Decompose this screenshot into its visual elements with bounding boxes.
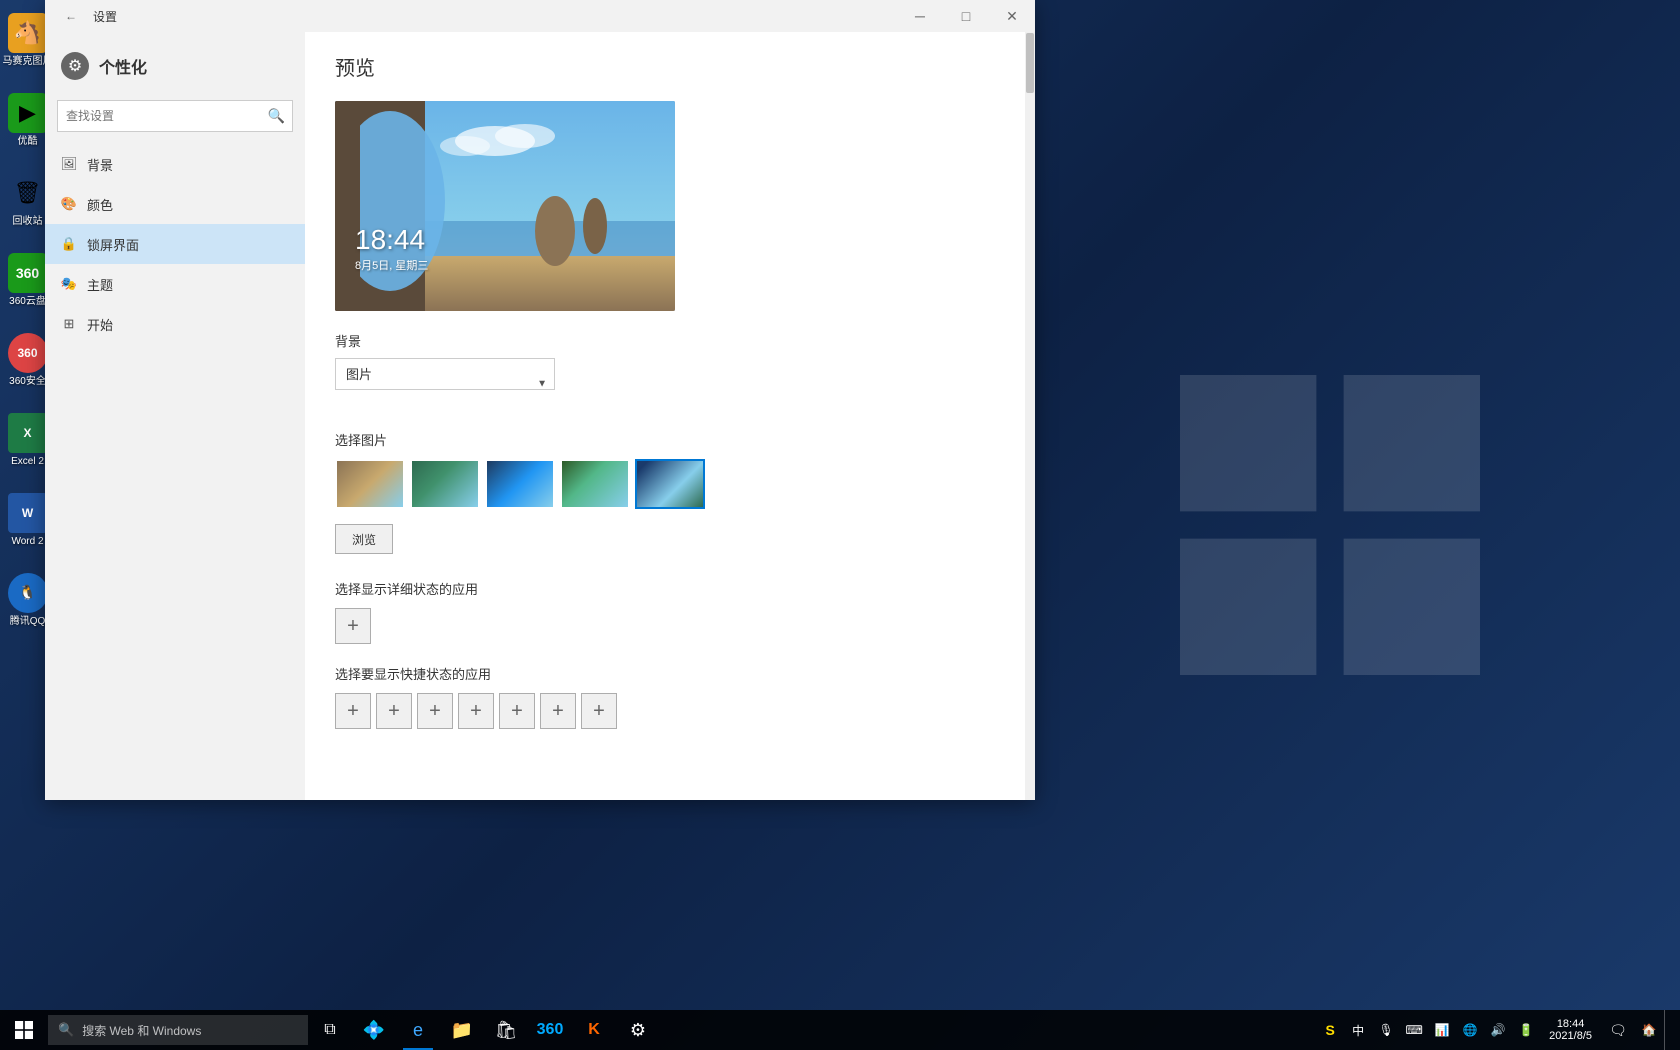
quick-status-label: 选择要显示快捷状态的应用 (335, 664, 1005, 683)
main-scrollbar[interactable] (1025, 32, 1035, 800)
windows-logo (1180, 375, 1480, 675)
taskbar-explorer-icon[interactable]: 📁 (440, 1010, 484, 1050)
taskbar-store-icon[interactable]: 🛍 (484, 1010, 528, 1050)
sidebar: ⚙ 个性化 🔍 🖼 背景 🎨 颜色 🔒 (45, 32, 305, 800)
tray-network-icon[interactable]: 🌐 (1457, 1010, 1483, 1050)
desktop: 🐴 马赛克图片 ▶ 优酷 🗑 回收站 360 360云盘 360 360安全 X… (0, 0, 1680, 1050)
notification-button[interactable]: 🗨 (1602, 1010, 1634, 1050)
maximize-button[interactable]: □ (943, 0, 989, 32)
thumb-2[interactable] (410, 459, 480, 509)
theme-icon: 🎭 (61, 276, 77, 292)
bg-label: 背景 (335, 331, 1005, 350)
task-view-button[interactable]: ⧉ (308, 1010, 352, 1050)
preview-date: 8月5日, 星期三 (355, 257, 428, 273)
taskbar-clock[interactable]: 18:44 2021/8/5 (1541, 1010, 1600, 1050)
taskbar-system-tray: S 中 🎙 ⌨ 📊 🌐 🔊 🔋 18:44 2021/8/5 🗨 🏠 (1317, 1010, 1680, 1050)
window-title: 设置 (93, 8, 117, 25)
taskbar-settings-icon[interactable]: ⚙ (616, 1010, 660, 1050)
browse-button[interactable]: 浏览 (335, 524, 393, 554)
quick-add-btn-5[interactable]: + (499, 693, 535, 729)
taskbar-apps: 💠 e 📁 🛍 360 K ⚙ (352, 1010, 660, 1050)
thumb-1[interactable] (335, 459, 405, 509)
taskbar-search[interactable]: 🔍 搜索 Web 和 Windows (48, 1015, 308, 1045)
detail-status-add-button[interactable]: + (335, 608, 371, 644)
quick-add-btn-3[interactable]: + (417, 693, 453, 729)
thumb-4-img (562, 461, 628, 507)
sidebar-item-color[interactable]: 🎨 颜色 (45, 184, 305, 224)
sidebar-item-start[interactable]: ⊞ 开始 (45, 304, 305, 344)
title-bar: ← 设置 ─ □ ✕ (45, 0, 1035, 32)
thumb-3[interactable] (485, 459, 555, 509)
show-desktop-button[interactable] (1664, 1010, 1672, 1050)
taskbar-edge-icon[interactable]: e (396, 1010, 440, 1050)
tray-extra-icon[interactable]: 🏠 (1636, 1010, 1662, 1050)
start-icon (15, 1021, 33, 1039)
title-controls: ─ □ ✕ (897, 0, 1035, 32)
taskbar-search-text: 搜索 Web 和 Windows (82, 1022, 201, 1039)
search-icon: 🔍 (268, 108, 285, 125)
quick-add-btn-4[interactable]: + (458, 693, 494, 729)
lock-icon: 🔒 (61, 236, 77, 252)
sidebar-search: 🔍 (57, 100, 293, 132)
thumb-3-img (487, 461, 553, 507)
color-icon: 🎨 (61, 196, 77, 212)
sidebar-item-background[interactable]: 🖼 背景 (45, 144, 305, 184)
settings-content: ⚙ 个性化 🔍 🖼 背景 🎨 颜色 🔒 (45, 32, 1035, 800)
quick-status-buttons: + + + + + + + (335, 693, 1005, 729)
clock-date: 2021/8/5 (1549, 1030, 1592, 1042)
search-input[interactable] (57, 100, 293, 132)
tray-icon-1[interactable]: S (1317, 1010, 1343, 1050)
sidebar-header: ⚙ 个性化 (45, 42, 305, 100)
quick-add-btn-2[interactable]: + (376, 693, 412, 729)
taskbar-360k-icon[interactable]: K (572, 1010, 616, 1050)
preview-background (335, 101, 675, 311)
close-button[interactable]: ✕ (989, 0, 1035, 32)
taskbar-360-icon[interactable]: 360 (528, 1010, 572, 1050)
tray-icon-5[interactable]: 📊 (1429, 1010, 1455, 1050)
tray-volume-icon[interactable]: 🔊 (1485, 1010, 1511, 1050)
bg-dropdown[interactable]: 图片 (335, 358, 555, 390)
taskbar-fan-icon[interactable]: 💠 (352, 1010, 396, 1050)
tray-icon-4[interactable]: ⌨ (1401, 1010, 1427, 1050)
section-title: 预览 (335, 52, 1005, 81)
back-button[interactable]: ← (57, 2, 85, 30)
tray-icon-3[interactable]: 🎙 (1373, 1010, 1399, 1050)
thumb-5[interactable] (635, 459, 705, 509)
background-icon: 🖼 (61, 156, 77, 172)
choose-images-label: 选择图片 (335, 430, 1005, 449)
title-bar-nav: ← (57, 2, 85, 30)
quick-add-btn-6[interactable]: + (540, 693, 576, 729)
sidebar-item-theme[interactable]: 🎭 主题 (45, 264, 305, 304)
title-bar-left: ← 设置 (57, 2, 117, 30)
main-scrollbar-thumb[interactable] (1026, 33, 1034, 93)
thumb-2-img (412, 461, 478, 507)
sidebar-title: 个性化 (99, 54, 147, 78)
taskbar: 🔍 搜索 Web 和 Windows ⧉ 💠 e 📁 🛍 360 (0, 1010, 1680, 1050)
settings-window: ← 设置 ─ □ ✕ ⚙ 个性化 🔍 (45, 0, 1035, 800)
main-content: 预览 (305, 32, 1035, 800)
start-button[interactable] (0, 1010, 48, 1050)
preview-time: 18:44 (355, 224, 425, 256)
preview-scene (335, 101, 675, 311)
tray-battery-icon[interactable]: 🔋 (1513, 1010, 1539, 1050)
thumb-4[interactable] (560, 459, 630, 509)
minimize-button[interactable]: ─ (897, 0, 943, 32)
thumb-5-img (637, 461, 703, 507)
image-thumbnails (335, 459, 1005, 509)
tray-lang-icon[interactable]: 中 (1345, 1010, 1371, 1050)
detail-status-label: 选择显示详细状态的应用 (335, 579, 1005, 598)
start-icon: ⊞ (61, 316, 77, 332)
thumb-1-img (337, 461, 403, 507)
clock-time: 18:44 (1557, 1018, 1585, 1030)
quick-add-btn-1[interactable]: + (335, 693, 371, 729)
bg-dropdown-wrapper: 图片 ▼ (335, 358, 555, 410)
preview-container: 18:44 8月5日, 星期三 (335, 101, 675, 311)
quick-add-btn-7[interactable]: + (581, 693, 617, 729)
gear-icon: ⚙ (61, 52, 89, 80)
sidebar-item-lockscreen[interactable]: 🔒 锁屏界面 (45, 224, 305, 264)
